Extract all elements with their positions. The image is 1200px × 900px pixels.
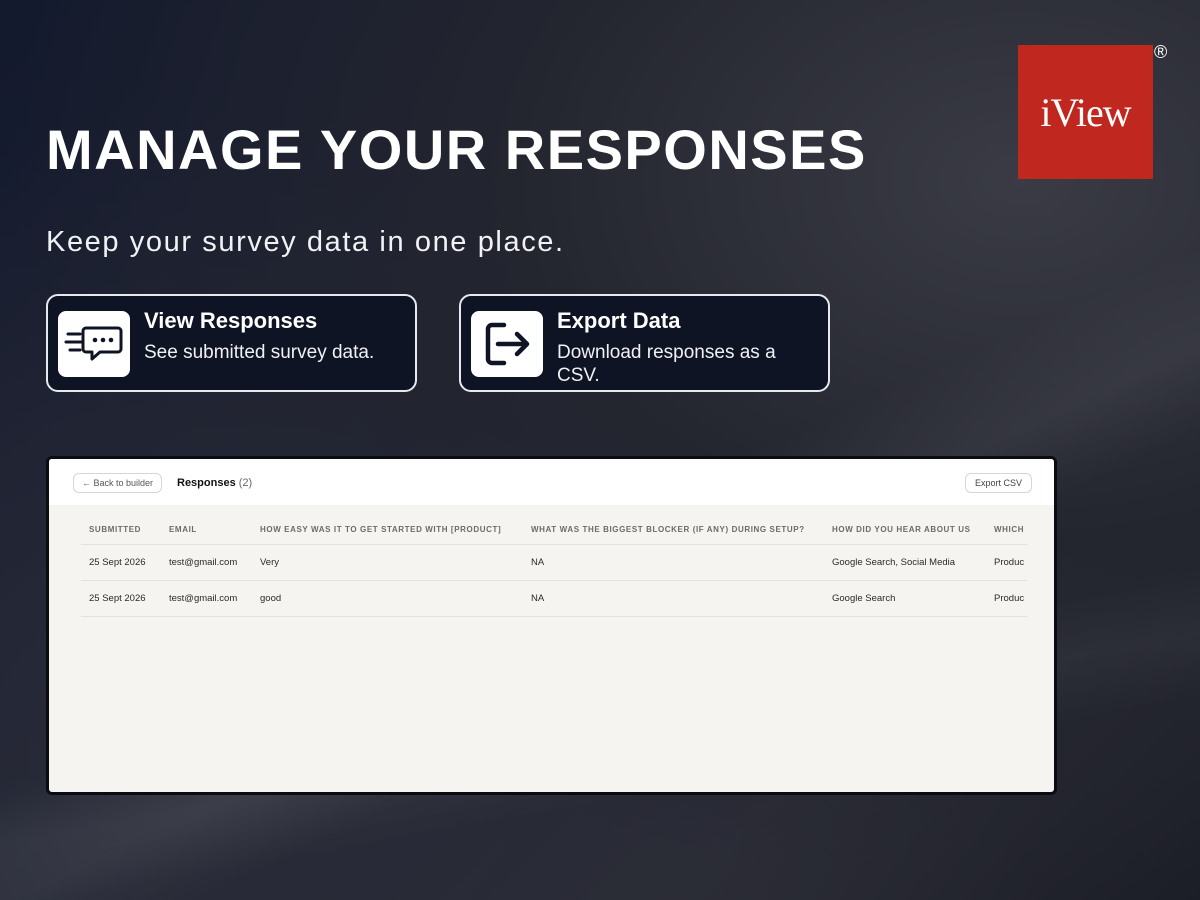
table-cell: Produc <box>986 580 1027 617</box>
column-header: SUBMITTED <box>81 523 161 545</box>
feature-description: Download responses as a CSV. <box>557 342 776 386</box>
table-cell: NA <box>523 580 824 617</box>
responses-count: (2) <box>238 477 253 489</box>
responses-window: ← Back to builder Responses (2) Export C… <box>46 456 1057 795</box>
chat-lines-icon <box>58 311 130 377</box>
registered-mark: ® <box>1154 42 1168 62</box>
table-cell: 25 Sept 2026 <box>81 580 161 617</box>
export-csv-button[interactable]: Export CSV <box>964 473 1032 493</box>
feature-card-view-responses: View Responses See submitted survey data… <box>46 294 417 392</box>
responses-heading: Responses (2) <box>177 477 252 489</box>
responses-table-container[interactable]: SUBMITTED EMAIL HOW EASY WAS IT TO GET S… <box>81 523 1027 617</box>
responses-label: Responses <box>177 477 236 489</box>
table-cell: good <box>252 580 523 617</box>
logo-text: iView <box>1040 89 1131 135</box>
table-cell: Produc <box>986 544 1027 581</box>
feature-card-export-data: Export Data Download responses as a CSV. <box>459 294 830 392</box>
responses-toolbar: ← Back to builder Responses (2) Export C… <box>49 459 1054 505</box>
back-to-builder-button[interactable]: ← Back to builder <box>73 473 163 493</box>
feature-title: Export Data <box>557 308 681 333</box>
feature-description: See submitted survey data. <box>144 342 375 363</box>
iview-logo: iView <box>1018 45 1153 179</box>
table-cell: test@gmail.com <box>161 544 252 581</box>
feature-title: View Responses <box>144 308 318 333</box>
table-header-row: SUBMITTED EMAIL HOW EASY WAS IT TO GET S… <box>81 523 1027 545</box>
column-header: WHAT WAS THE BIGGEST BLOCKER (IF ANY) DU… <box>523 523 824 545</box>
table-row[interactable]: 25 Sept 2026 test@gmail.com Very NA Goog… <box>81 544 1027 581</box>
column-header: WHICH <box>986 523 1027 545</box>
column-header: HOW DID YOU HEAR ABOUT US <box>824 523 986 545</box>
column-header: HOW EASY WAS IT TO GET STARTED WITH [PRO… <box>252 523 523 545</box>
responses-table: SUBMITTED EMAIL HOW EASY WAS IT TO GET S… <box>81 523 1027 617</box>
table-cell: NA <box>523 544 824 581</box>
column-header: EMAIL <box>161 523 252 545</box>
table-row[interactable]: 25 Sept 2026 test@gmail.com good NA Goog… <box>81 580 1027 617</box>
export-arrow-icon <box>471 311 543 377</box>
page-title: MANAGE YOUR RESPONSES <box>46 118 867 181</box>
table-cell: Google Search <box>824 580 986 617</box>
table-cell: Google Search, Social Media <box>824 544 986 581</box>
table-cell: 25 Sept 2026 <box>81 544 161 581</box>
table-cell: test@gmail.com <box>161 580 252 617</box>
page-subtitle: Keep your survey data in one place. <box>46 226 565 258</box>
table-cell: Very <box>252 544 523 581</box>
